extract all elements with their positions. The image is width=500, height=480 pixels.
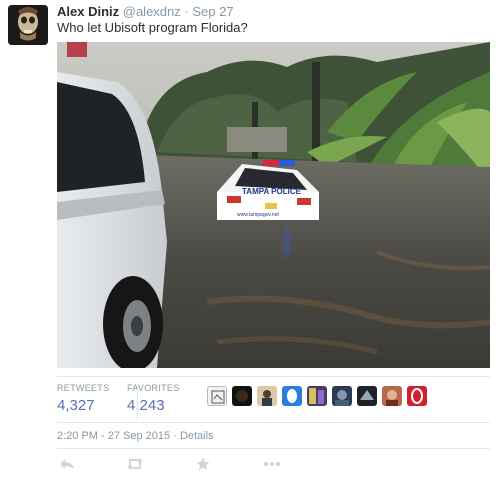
favorite-icon[interactable] (193, 454, 213, 474)
meta-separator: · (173, 430, 177, 442)
retweets-label: RETWEETS (57, 383, 110, 393)
tweet-actions (57, 454, 497, 474)
header-separator: · (184, 4, 189, 19)
author-avatar[interactable] (8, 5, 48, 45)
author-name[interactable]: Alex Diniz (57, 4, 119, 19)
tweet-date[interactable]: Sep 27 (192, 4, 233, 19)
stats-bottom-divider (57, 422, 490, 423)
favoriter-avatar[interactable] (407, 386, 427, 406)
tweet-meta: 2:20 PM - 27 Sep 2015 · Details (57, 430, 214, 442)
stats-top-divider (57, 376, 490, 377)
tweet-timestamp[interactable]: 2:20 PM - 27 Sep 2015 (57, 430, 170, 442)
car-url: www.tampagov.net (237, 212, 279, 218)
favoriter-avatar[interactable] (207, 386, 227, 406)
favoriter-avatar[interactable] (382, 386, 402, 406)
retweet-icon[interactable] (125, 454, 145, 474)
favorites-label: FAVORITES (127, 383, 180, 393)
favoriter-avatar[interactable] (332, 386, 352, 406)
favoriter-avatar[interactable] (257, 386, 277, 406)
favoriter-avatar[interactable] (307, 386, 327, 406)
reply-icon[interactable] (57, 454, 77, 474)
author-handle[interactable]: @alexdnz (123, 4, 181, 19)
stats-divider (137, 386, 138, 420)
retweets-stat[interactable]: RETWEETS 4,327 (57, 382, 109, 416)
favoriter-avatar[interactable] (232, 386, 252, 406)
car-label: TAMPA POLICE (242, 187, 302, 196)
favoriter-avatar[interactable] (282, 386, 302, 406)
favorites-count: 4,243 (127, 397, 165, 414)
favorites-stat[interactable]: FAVORITES 4,243 (127, 382, 180, 416)
favoriter-avatar[interactable] (357, 386, 377, 406)
tweet-text: Who let Ubisoft program Florida? (57, 20, 248, 35)
actions-divider (57, 448, 490, 449)
tweet-header: Alex Diniz @alexdnz · Sep 27 (57, 4, 234, 20)
retweets-count: 4,327 (57, 397, 95, 414)
tweet-photo[interactable]: TAMPA POLICE www.tampagov.net (57, 42, 490, 368)
details-link[interactable]: Details (180, 430, 214, 442)
more-icon[interactable] (261, 454, 283, 474)
